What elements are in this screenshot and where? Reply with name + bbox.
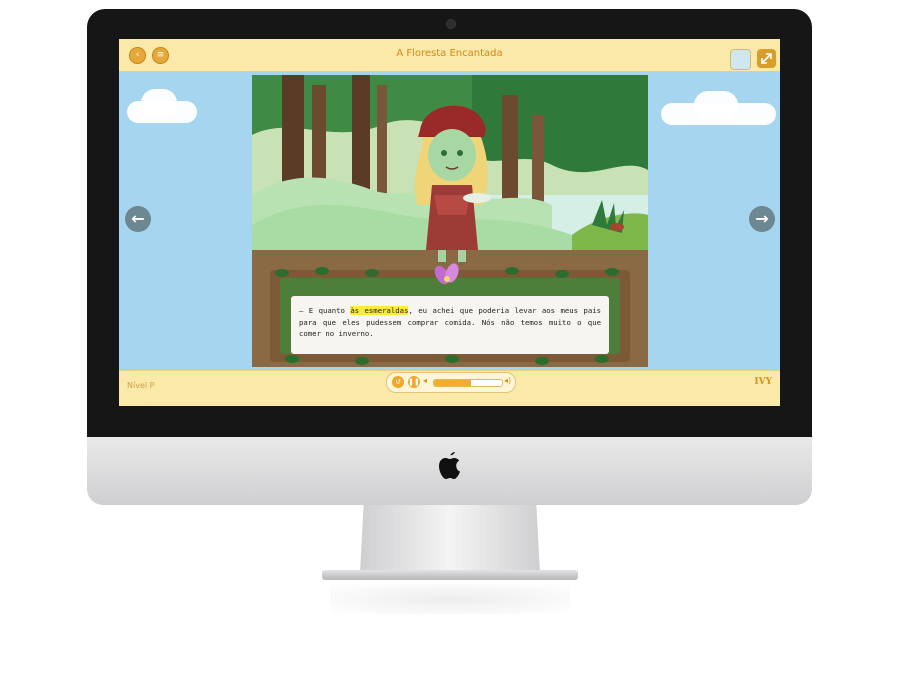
next-page-button[interactable]: → [749,206,775,232]
pause-icon[interactable]: ❚❚ [408,376,420,388]
expand-icon[interactable] [757,49,776,68]
apple-logo-icon [439,452,460,479]
audio-progress-slider[interactable] [433,379,503,387]
stand-shadow [330,584,570,614]
previous-page-button[interactable]: ← [125,206,151,232]
volume-low-icon: ◂ [423,376,428,385]
highlighted-word[interactable]: às esmeraldas [350,306,409,315]
level-label: Nível P [127,381,155,390]
replay-icon[interactable]: ↺ [392,376,404,388]
monitor-base [322,570,578,580]
brand-logo: IVY [754,377,772,387]
audio-progress-fill [434,380,472,386]
audio-player: ↺ ❚❚ ◂ ◂) [386,372,516,393]
volume-high-icon: ◂) [504,376,512,385]
blank-toggle-button[interactable] [730,49,751,70]
top-bar: ‹ ≡ A Floresta Encantada [119,39,780,72]
monitor-stand [360,505,540,573]
story-text: — E quanto às esmeraldas, eu achei que p… [299,305,601,340]
cloud-left-puff [141,89,177,117]
cloud-right-puff [694,91,738,119]
story-text-before: — E quanto [299,306,351,315]
app-screen: ‹ ≡ A Floresta Encantada ← → — E quanto … [119,39,780,406]
camera-icon [446,19,456,29]
page-title: A Floresta Encantada [396,48,503,59]
